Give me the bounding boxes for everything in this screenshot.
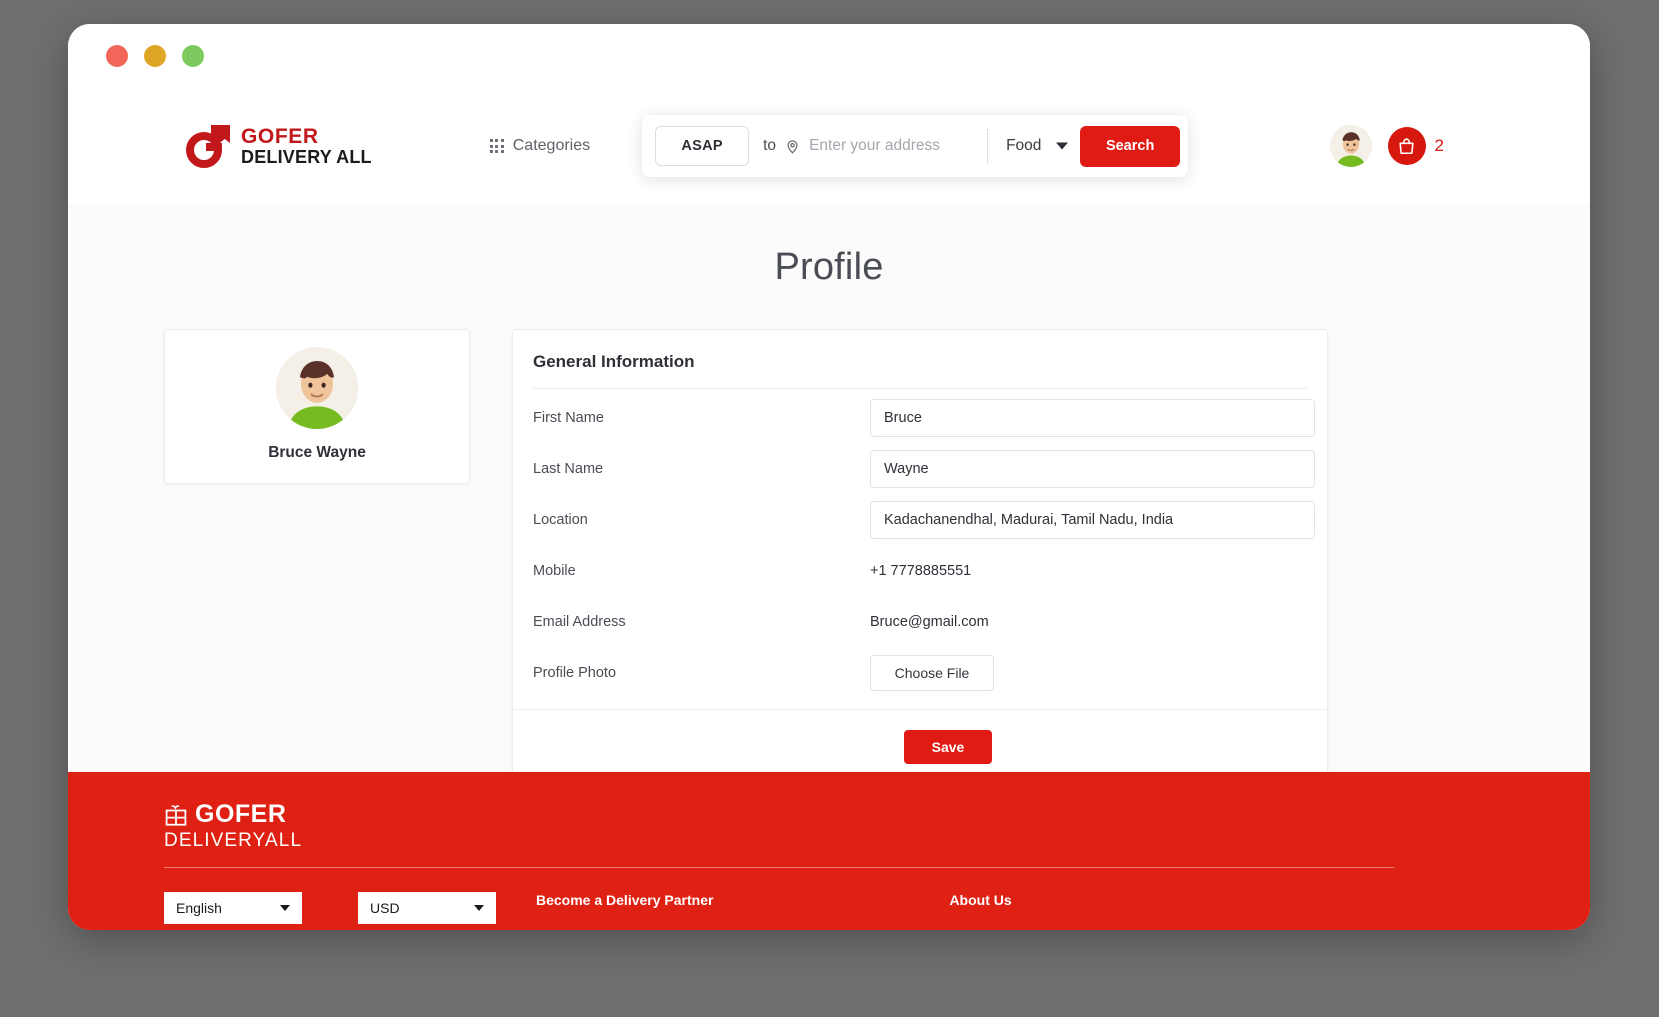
- footer-link-about-us[interactable]: About Us: [949, 892, 1043, 908]
- gofer-logo-icon: [186, 125, 230, 168]
- chevron-down-icon: [474, 905, 484, 911]
- footer-divider: [164, 867, 1394, 868]
- currency-select-value: USD: [370, 900, 400, 916]
- search-button[interactable]: Search: [1080, 125, 1181, 167]
- email-label: Email Address: [533, 613, 626, 630]
- site-header: GOFER DELIVERY ALL Categories ASAP to F: [68, 88, 1590, 204]
- footer-logo-sub: DELIVERYALL: [164, 830, 303, 851]
- general-information-card: General Information First Name Last Name…: [512, 329, 1328, 772]
- location-label: Location: [533, 511, 588, 528]
- site-footer: GOFER DELIVERYALL English USD Become a D…: [68, 772, 1590, 930]
- profile-photo-label: Profile Photo: [533, 664, 617, 681]
- language-select[interactable]: English: [164, 892, 302, 924]
- search-divider: [987, 129, 989, 163]
- category-select-value: Food: [1006, 137, 1042, 154]
- choose-file-button[interactable]: Choose File: [870, 654, 994, 691]
- categories-menu[interactable]: Categories: [489, 137, 591, 155]
- window-maximize-button[interactable]: [182, 45, 204, 67]
- footer-links-company: About Us Trust & Safety: [949, 892, 1043, 930]
- form-row-mobile: Mobile +1 7778885551: [533, 542, 1307, 593]
- header-actions: 2: [1329, 125, 1556, 167]
- footer-links-partners: Become a Delivery Partner Become a Store…: [536, 892, 713, 930]
- chevron-down-icon: [280, 905, 290, 911]
- address-input[interactable]: [809, 137, 982, 155]
- footer-link-trust-safety[interactable]: Trust & Safety: [949, 927, 1043, 930]
- footer-link-delivery-partner[interactable]: Become a Delivery Partner: [536, 892, 713, 908]
- search-bar: ASAP to Food Search: [642, 115, 1189, 177]
- first-name-input[interactable]: [870, 398, 1315, 437]
- form-row-last-name: Last Name: [533, 440, 1315, 491]
- last-name-input[interactable]: [870, 449, 1315, 488]
- last-name-label: Last Name: [533, 460, 604, 477]
- window-titlebar: [68, 24, 1590, 88]
- asap-button[interactable]: ASAP: [655, 126, 750, 166]
- gift-icon: [164, 803, 188, 827]
- location-pin-icon: [785, 139, 800, 154]
- profile-avatar[interactable]: [276, 347, 358, 429]
- cart-button[interactable]: 2: [1387, 127, 1444, 165]
- profile-summary-card: Bruce Wayne: [164, 329, 470, 484]
- browser-window: GOFER DELIVERY ALL Categories ASAP to F: [68, 24, 1590, 930]
- profile-name: Bruce Wayne: [268, 444, 366, 461]
- currency-select[interactable]: USD: [358, 892, 496, 924]
- email-value: Bruce@gmail.com: [870, 613, 989, 630]
- footer-brand[interactable]: GOFER: [164, 800, 1590, 829]
- footer-logo-text: GOFER: [195, 800, 287, 828]
- form-row-profile-photo: Profile Photo Choose File: [533, 644, 1307, 695]
- window-minimize-button[interactable]: [144, 45, 166, 67]
- categories-label: Categories: [512, 137, 591, 154]
- general-information-title: General Information: [533, 352, 1307, 389]
- language-select-value: English: [176, 900, 222, 916]
- mobile-value: +1 7778885551: [870, 562, 972, 579]
- form-row-first-name: First Name: [533, 389, 1315, 440]
- page-title: Profile: [774, 246, 884, 288]
- page-content: Profile Bruce Wayne General Information …: [68, 204, 1590, 772]
- brand-name-line2: DELIVERY ALL: [241, 146, 372, 167]
- mobile-label: Mobile: [533, 562, 576, 579]
- brand-name-line1: GOFER: [241, 124, 319, 148]
- brand-logo[interactable]: GOFER DELIVERY ALL: [186, 124, 372, 168]
- footer-link-store-partner[interactable]: Become a Store Partner: [536, 927, 713, 930]
- category-select[interactable]: Food: [990, 115, 1080, 177]
- window-close-button[interactable]: [106, 45, 128, 67]
- to-label: to: [763, 137, 777, 154]
- first-name-label: First Name: [533, 409, 604, 426]
- location-input[interactable]: [870, 500, 1315, 539]
- save-button[interactable]: Save: [904, 730, 992, 764]
- grid-icon: [489, 139, 504, 153]
- chevron-down-icon: [1056, 142, 1069, 150]
- cart-count: 2: [1434, 136, 1444, 155]
- form-row-email: Email Address Bruce@gmail.com: [533, 593, 1307, 644]
- cart-icon: [1387, 127, 1426, 165]
- form-row-location: Location: [533, 491, 1315, 542]
- avatar[interactable]: [1329, 125, 1372, 167]
